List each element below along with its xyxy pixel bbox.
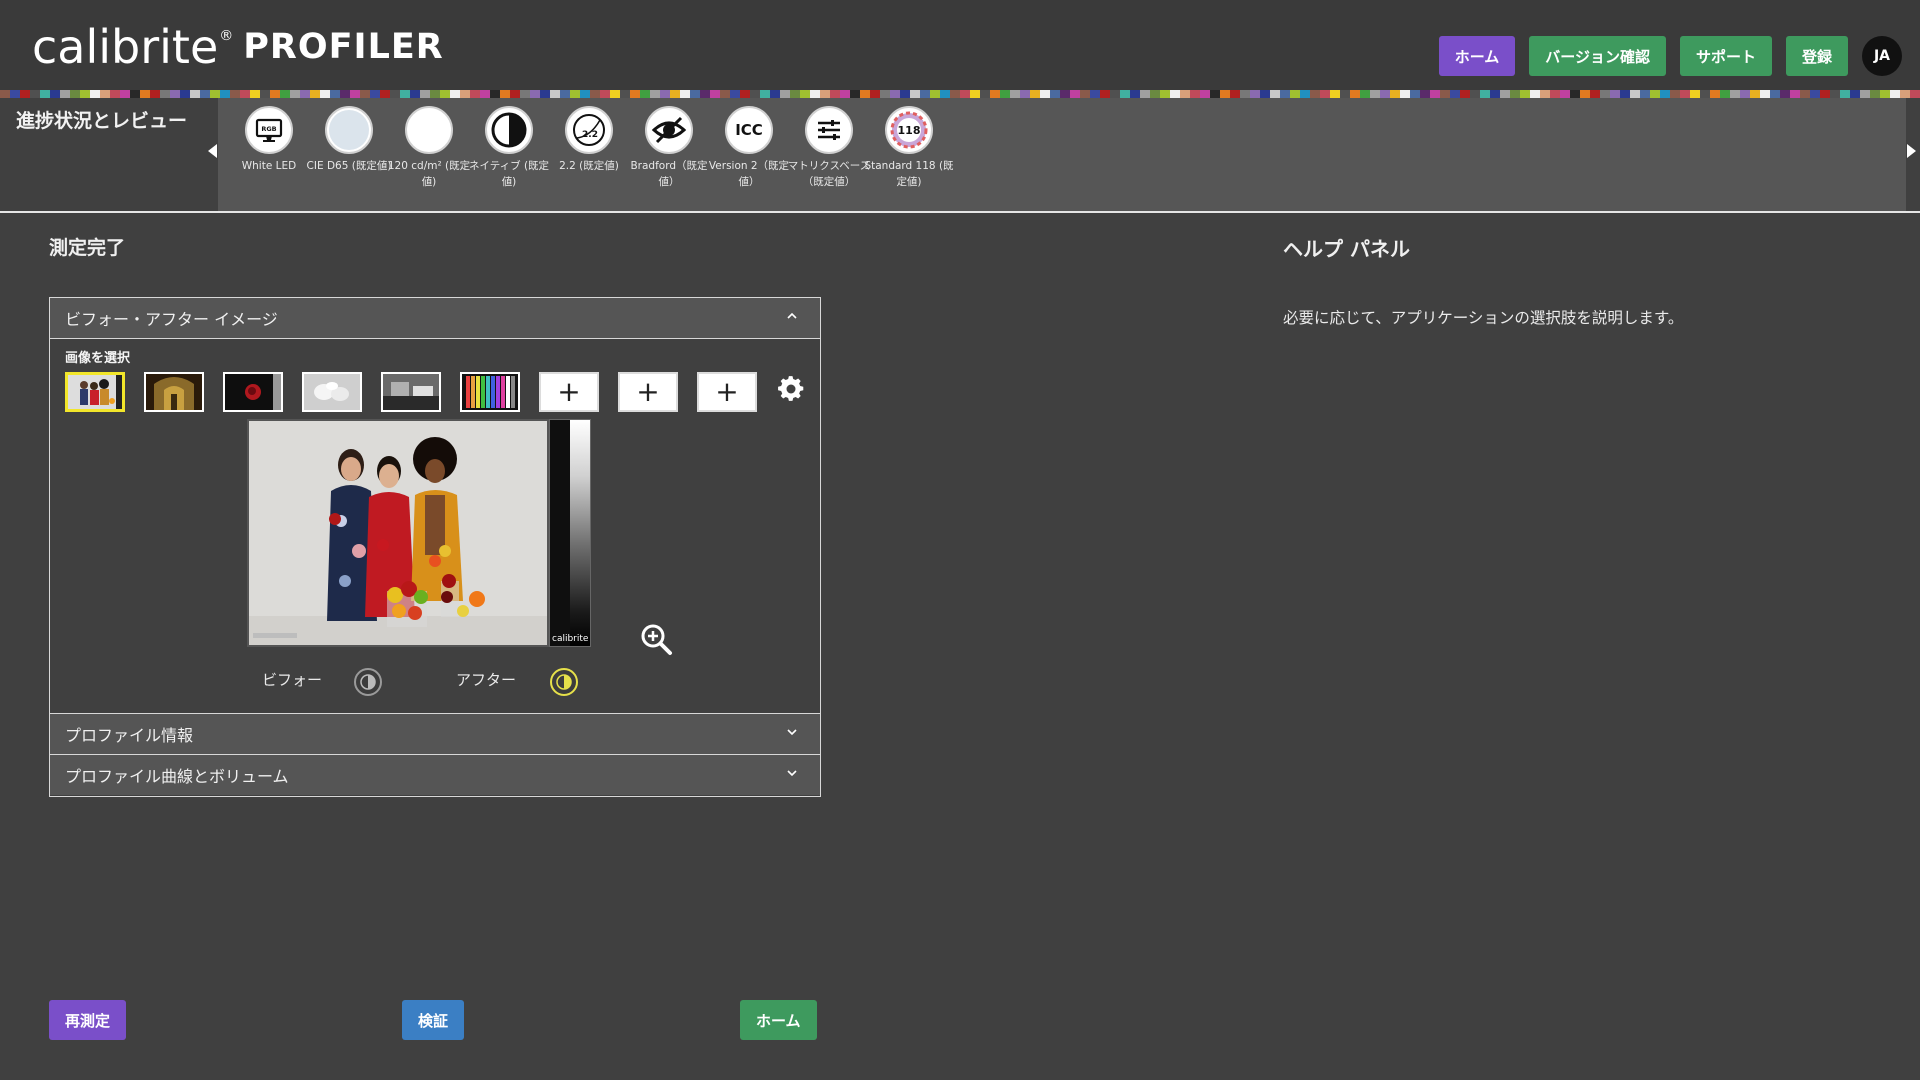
progress-steps-panel: RGB White LED CIE D65 (既定値) 120 cd/m² (既… [218, 98, 1906, 212]
app-logo: calibrite ® PROFILER [32, 22, 444, 72]
chevron-down-icon [787, 770, 797, 777]
color-patch-strip [0, 90, 1920, 98]
logo-calibrite: calibrite [32, 20, 219, 74]
add-image-button[interactable]: + [539, 372, 599, 412]
add-image-button[interactable]: + [618, 372, 678, 412]
thumbnail-white-shells[interactable] [302, 372, 362, 412]
results-accordion: ビフォー・アフター イメージ 画像を選択 + + + calibrite ビフォ… [49, 297, 821, 797]
svg-text:2.2: 2.2 [582, 130, 598, 140]
step-profile-type[interactable]: マトリクスベース（既定値） [784, 106, 874, 190]
white-point-icon [325, 106, 373, 154]
progress-title: 進捗状況とレビュー [16, 110, 188, 132]
step-label: マトリクスベース（既定値） [787, 160, 871, 188]
thumbnail-grayscale-photo[interactable] [381, 372, 441, 412]
thumbnail-red-rose[interactable] [223, 372, 283, 412]
profile-curves-section-title: プロファイル曲線とボリューム [65, 767, 289, 786]
profile-info-section-header[interactable]: プロファイル情報 [50, 713, 820, 754]
scroll-left-arrow-icon[interactable] [208, 144, 217, 158]
app-header: calibrite ® PROFILER ホーム バージョン確認 サポート 登録… [0, 0, 1920, 90]
nav-version-check-button[interactable]: バージョン確認 [1529, 36, 1666, 76]
step-label: CIE D65 (既定値) [306, 160, 392, 172]
chevron-up-icon [787, 312, 797, 319]
nav-home-button[interactable]: ホーム [1438, 36, 1516, 76]
help-panel-title: ヘルプ パネル [1283, 237, 1410, 261]
user-avatar[interactable]: JA [1862, 36, 1902, 76]
thumbnail-color-bars[interactable] [460, 372, 520, 412]
step-chromatic-adaptation[interactable]: Bradford（既定値） [624, 106, 714, 190]
before-after-preview-image [247, 419, 549, 647]
step-label: 120 cd/m² (既定値) [387, 160, 471, 188]
contrast-icon [485, 106, 533, 154]
sliders-icon [805, 106, 853, 154]
svg-text:RGB: RGB [261, 125, 276, 133]
profile-info-section-title: プロファイル情報 [65, 726, 194, 745]
select-image-label: 画像を選択 [65, 351, 131, 366]
after-label: アフター [456, 671, 517, 689]
step-luminance[interactable]: 120 cd/m² (既定値) [384, 106, 474, 190]
before-after-section-header[interactable]: ビフォー・アフター イメージ [50, 298, 820, 339]
patch-set-icon: 118 [885, 106, 933, 154]
gear-icon[interactable] [777, 375, 805, 403]
icc-icon: ICC [725, 106, 773, 154]
logo-registered-mark: ® [219, 28, 234, 44]
home-button[interactable]: ホーム [740, 1000, 817, 1040]
before-after-section-title: ビフォー・アフター イメージ [65, 310, 278, 329]
top-navigation: ホーム バージョン確認 サポート 登録 JA [1425, 36, 1902, 76]
verify-button[interactable]: 検証 [402, 1000, 465, 1040]
nav-support-button[interactable]: サポート [1679, 36, 1772, 76]
svg-text:118: 118 [898, 124, 921, 137]
logo-profiler: PROFILER [243, 27, 444, 67]
gamma-curve-icon: 2.2 [565, 106, 613, 154]
before-label: ビフォー [262, 671, 323, 689]
zoom-in-icon[interactable] [640, 623, 674, 657]
step-label: Bradford（既定値） [630, 160, 708, 188]
chevron-down-icon [787, 729, 797, 736]
step-icc-version[interactable]: ICC Version 2（既定値） [704, 106, 794, 190]
step-label: Standard 118 (既定値) [864, 160, 954, 188]
step-label: Version 2（既定値） [708, 160, 790, 188]
scroll-right-arrow-icon[interactable] [1907, 144, 1916, 158]
remeasure-button[interactable]: 再測定 [49, 1000, 127, 1040]
step-contrast[interactable]: ネイティブ (既定値) [464, 106, 554, 190]
progress-review-bar: 進捗状況とレビュー RGB White LED CIE D65 (既定値) 12… [0, 98, 1920, 212]
step-label: ネイティブ (既定値) [468, 160, 550, 188]
luminance-icon [405, 106, 453, 154]
step-display-type[interactable]: RGB White LED [224, 106, 314, 174]
header-divider [0, 211, 1920, 213]
page-title: 測定完了 [49, 237, 126, 259]
step-gamma[interactable]: 2.2 2.2 (既定値) [544, 106, 634, 174]
before-toggle-icon[interactable] [354, 668, 382, 696]
adaptation-eye-icon [645, 106, 693, 154]
thumbnail-hallway[interactable] [144, 372, 204, 412]
add-image-button[interactable]: + [697, 372, 757, 412]
grayscale-gradient-bar: calibrite [549, 419, 591, 647]
profile-curves-section-header[interactable]: プロファイル曲線とボリューム [50, 754, 820, 795]
step-label: 2.2 (既定値) [559, 160, 619, 172]
help-panel-text: 必要に応じて、アプリケーションの選択肢を説明します。 [1283, 309, 1684, 327]
monitor-rgb-icon: RGB [245, 106, 293, 154]
nav-register-button[interactable]: 登録 [1785, 36, 1848, 76]
thumbnail-portrait[interactable] [65, 372, 125, 412]
step-white-point[interactable]: CIE D65 (既定値) [304, 106, 394, 174]
step-label: White LED [241, 160, 297, 172]
before-after-section-body: 画像を選択 + + + calibrite ビフォー アフター [50, 339, 820, 713]
after-toggle-icon[interactable] [550, 668, 578, 696]
gradient-logo: calibrite [552, 634, 589, 644]
step-patch-set[interactable]: 118 Standard 118 (既定値) [864, 106, 954, 190]
